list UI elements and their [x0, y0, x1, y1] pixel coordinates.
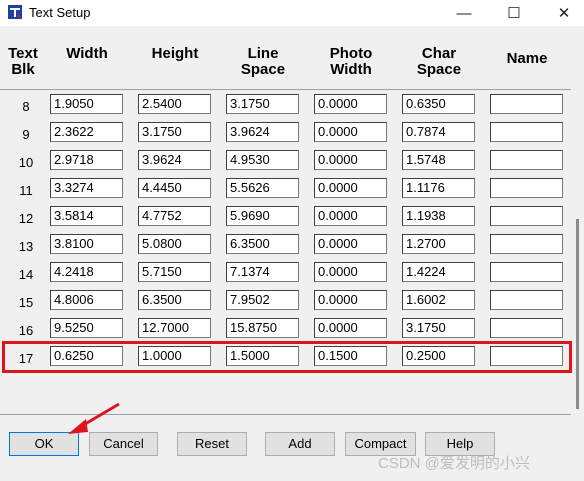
watermark: CSDN @爱发明的小兴	[378, 455, 530, 472]
red-annotation-arrow-icon	[68, 402, 120, 434]
